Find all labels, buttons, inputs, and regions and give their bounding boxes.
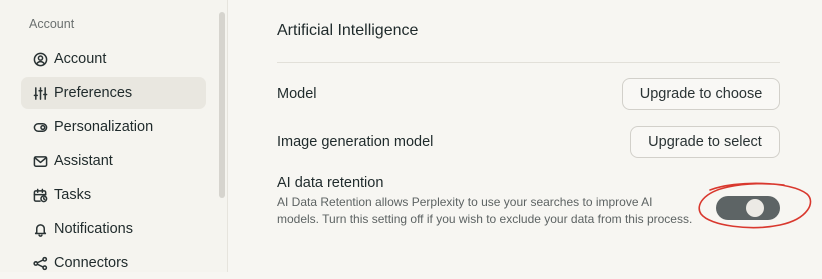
bell-icon [32,221,48,237]
toggle-knob [746,199,764,217]
sidebar-item-assistant[interactable]: Assistant [21,145,206,177]
sidebar-item-tasks[interactable]: Tasks [21,179,206,211]
upgrade-to-choose-button[interactable]: Upgrade to choose [622,78,780,110]
ai-data-retention-label: AI data retention [277,175,384,191]
upgrade-to-select-button[interactable]: Upgrade to select [630,126,780,158]
sliders-icon [32,85,48,101]
sidebar-item-label: Notifications [54,221,133,237]
sidebar-item-label: Tasks [54,187,92,203]
sidebar-item-label: Account [54,51,107,67]
model-label: Model [277,86,317,102]
sidebar-item-preferences[interactable]: Preferences [21,77,206,109]
sidebar-item-notifications[interactable]: Notifications [21,213,206,245]
user-circle-icon [32,51,48,67]
mail-icon [32,153,48,169]
sidebar-item-label: Personalization [54,119,154,135]
connectors-icon [32,255,48,271]
sidebar-item-label: Assistant [54,153,113,169]
sidebar-scrollbar-thumb[interactable] [219,12,225,198]
sidebar-item-connectors[interactable]: Connectors [21,247,206,279]
sidebar-item-account[interactable]: Account [21,43,206,75]
section-title: Artificial Intelligence [277,22,419,39]
image-generation-model-label: Image generation model [277,134,434,150]
toggle-icon [32,119,48,135]
ai-data-retention-description: AI Data Retention allows Perplexity to u… [277,195,693,226]
calendar-clock-icon [32,187,48,203]
ai-data-retention-toggle[interactable] [716,196,780,220]
sidebar-scrollbar[interactable] [218,8,226,272]
sidebar-item-personalization[interactable]: Personalization [21,111,206,143]
sidebar-section-label: Account [29,17,75,31]
section-divider [277,62,780,63]
sidebar-item-label: Connectors [54,255,129,271]
settings-sidebar: Account Account Preferences Personalizat… [0,0,228,272]
sidebar-item-label: Preferences [54,85,133,101]
